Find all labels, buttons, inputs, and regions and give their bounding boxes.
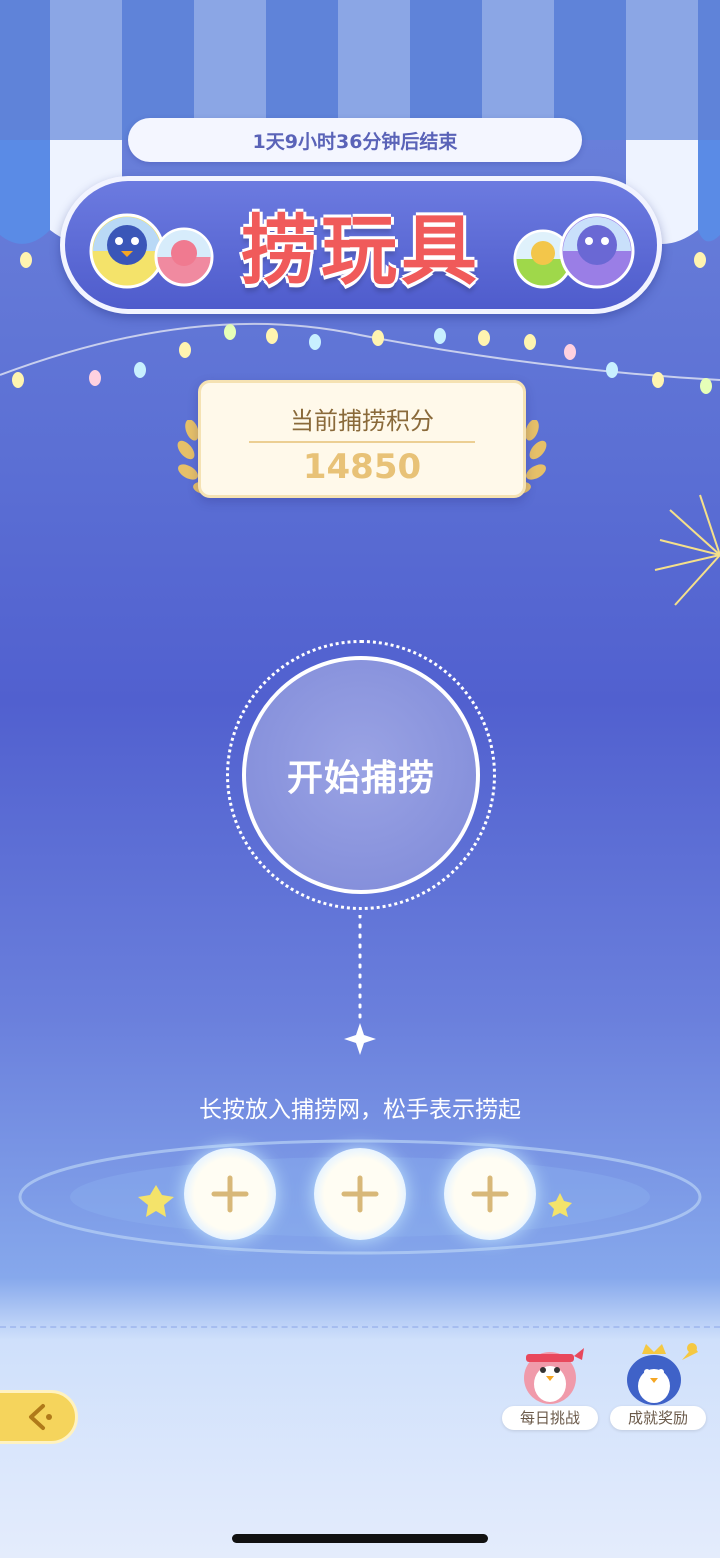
score-panel: 当前捕捞积分 14850 bbox=[198, 380, 526, 498]
net-slot-2[interactable] bbox=[314, 1148, 406, 1240]
score-value: 14850 bbox=[302, 447, 422, 487]
plus-icon bbox=[211, 1175, 249, 1213]
daily-challenge-button[interactable]: 每日挑战 bbox=[502, 1338, 598, 1430]
daily-challenge-label: 每日挑战 bbox=[502, 1406, 598, 1430]
achievement-reward-button[interactable]: 成就奖励 bbox=[610, 1338, 706, 1430]
arrow-back-icon bbox=[29, 1404, 52, 1430]
penguin-headband-icon bbox=[524, 1348, 584, 1404]
firework-decoration bbox=[654, 494, 720, 606]
score-divider bbox=[249, 441, 475, 443]
countdown-timer: 1天9小时36分钟后结束 bbox=[128, 118, 582, 162]
dotted-connector bbox=[344, 915, 376, 1055]
net-slot-1[interactable] bbox=[184, 1148, 276, 1240]
instruction-text: 长按放入捕捞网，松手表示捞起 bbox=[199, 1097, 521, 1123]
plus-icon bbox=[471, 1175, 509, 1213]
net-slot-3[interactable] bbox=[444, 1148, 536, 1240]
home-indicator bbox=[232, 1534, 488, 1543]
score-label: 当前捕捞积分 bbox=[290, 407, 434, 435]
capsule-toys-right-icon bbox=[513, 213, 635, 289]
plus-icon bbox=[341, 1175, 379, 1213]
penguin-crown-icon bbox=[627, 1343, 698, 1405]
start-fishing-button[interactable]: 开始捕捞 bbox=[242, 656, 480, 894]
achievement-reward-label: 成就奖励 bbox=[610, 1406, 706, 1430]
bottom-divider bbox=[0, 1326, 720, 1328]
back-tab-button[interactable] bbox=[0, 1390, 78, 1444]
event-banner: 捞玩具 bbox=[60, 176, 662, 314]
